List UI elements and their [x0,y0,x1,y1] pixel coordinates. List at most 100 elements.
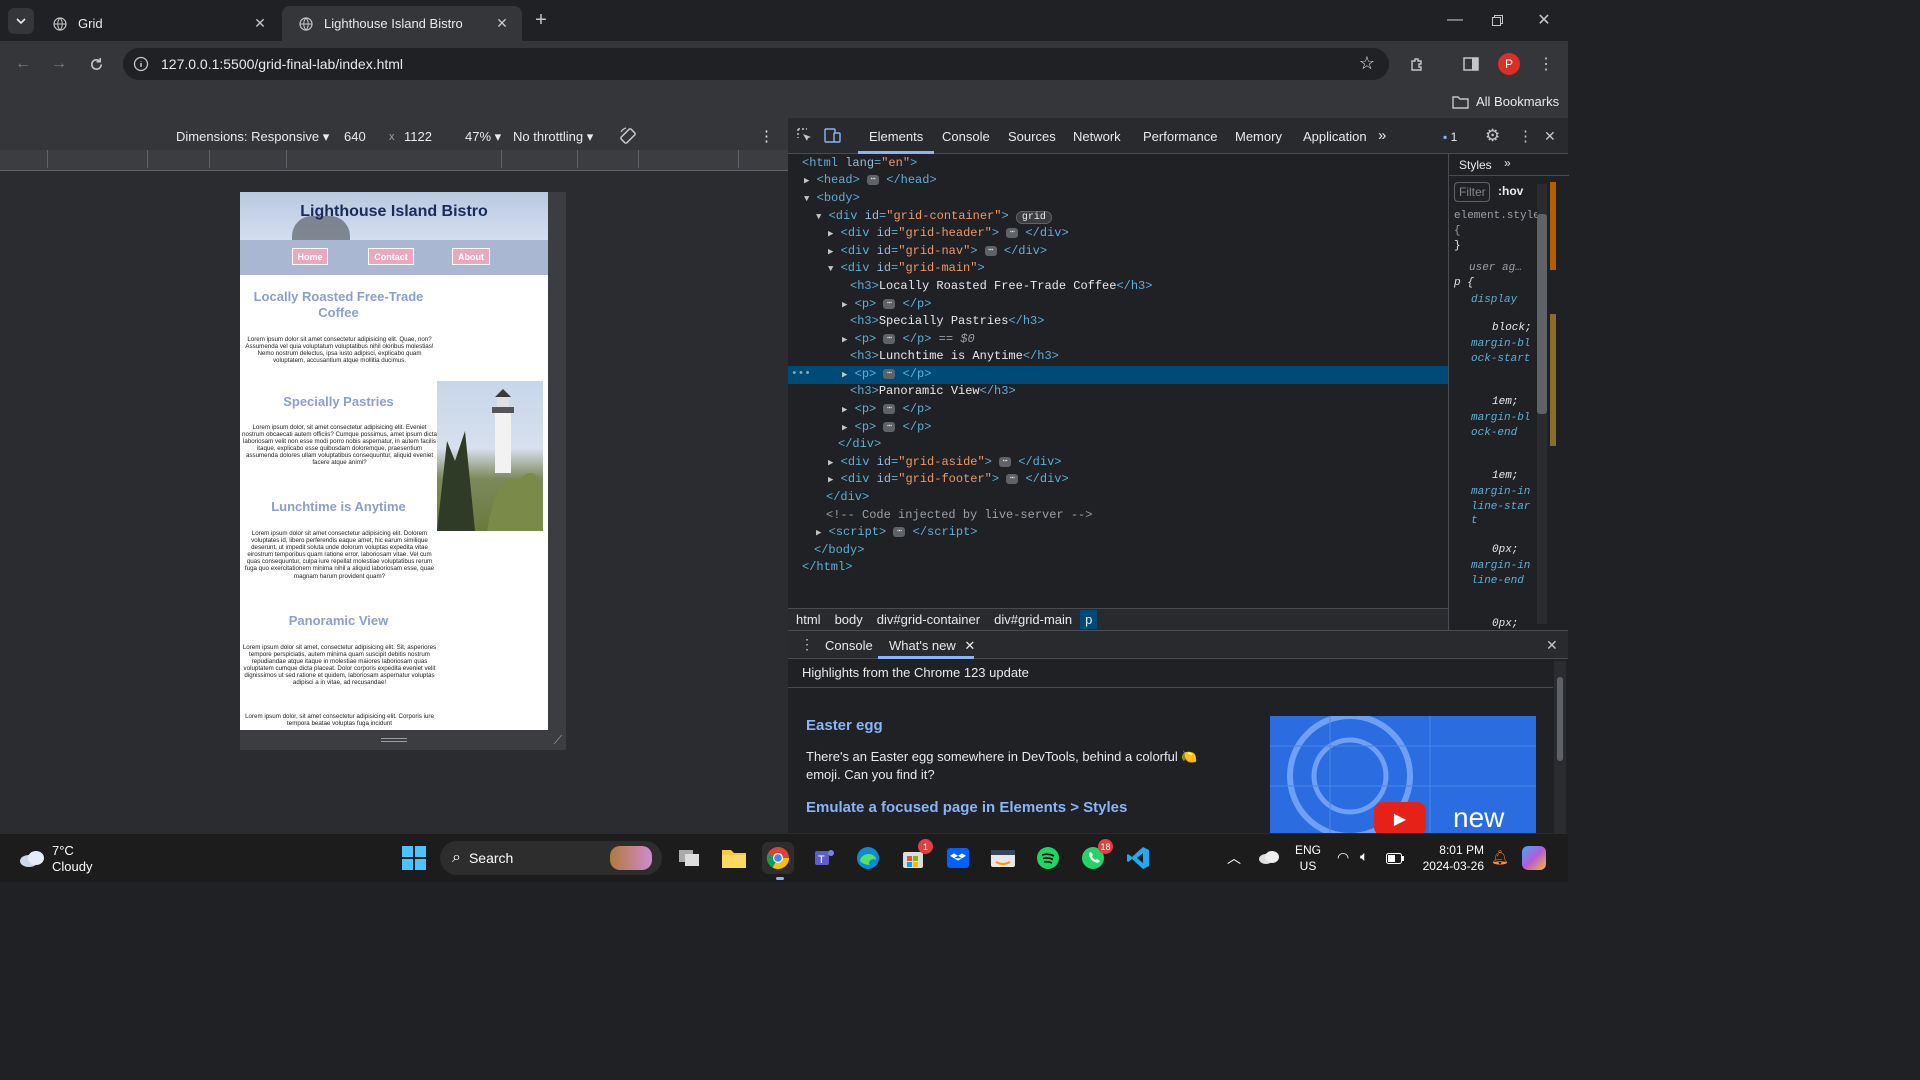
p-selector[interactable]: p { [1454,277,1474,289]
spotify-icon[interactable] [1032,842,1064,874]
dom-node-grid-header[interactable]: ▶ <div id="grid-header"> ⋯ </div> [828,225,1488,243]
new-tab-icon[interactable]: + [529,8,553,32]
styles-filter-input[interactable]: Filter [1454,182,1490,202]
style-value[interactable]: 0px; [1492,618,1518,630]
dom-node-close-div[interactable]: </div> [826,489,1486,507]
minimize-icon[interactable]: — [1443,8,1467,32]
dom-node-p[interactable]: ▶ <p> ⋯ </p> [842,366,1502,384]
dom-tree[interactable]: ••• <html lang="en"> ▶ <head> ⋯ </head> … [788,154,1448,628]
resize-handle-bottom[interactable]: ⟋ [240,730,566,750]
vscode-icon[interactable] [1122,842,1154,874]
rotate-icon[interactable] [618,126,638,149]
file-explorer-icon[interactable] [718,842,750,874]
element-style-rule[interactable]: element.style { [1454,209,1540,239]
tab-grid[interactable]: Grid ✕ [36,6,280,41]
tab-console[interactable]: Console [942,129,990,144]
preview-nav-about[interactable]: About [452,248,490,265]
side-panel-icon[interactable] [1459,52,1483,76]
breadcrumb-item[interactable]: div#grid-container [877,612,980,627]
style-value[interactable]: 1em; [1492,396,1518,408]
tab-performance[interactable]: Performance [1143,129,1217,144]
play-icon[interactable]: ▶ [1374,802,1426,834]
tab-lighthouse[interactable]: Lighthouse Island Bistro ✕ [282,6,522,41]
extensions-icon[interactable] [1405,52,1429,76]
resize-corner-icon[interactable]: ⟋ [554,733,562,748]
url-text[interactable]: 127.0.0.1:5500/grid-final-lab/index.html [161,56,403,72]
tab-elements[interactable]: Elements [869,129,923,144]
inspect-icon[interactable] [797,128,813,147]
back-icon[interactable]: ← [11,52,35,76]
video-thumbnail[interactable]: ▶ new [1270,716,1536,834]
dom-node-h3[interactable]: <h3>Specially Pastries</h3> [850,313,1510,331]
reload-icon[interactable] [84,52,108,76]
dom-node-h3[interactable]: <h3>Lunchtime is Anytime</h3> [850,348,1510,366]
whats-new-item-title[interactable]: Emulate a focused page in Elements > Sty… [806,799,1127,816]
tab-memory[interactable]: Memory [1235,129,1282,144]
tab-search-icon[interactable] [8,8,34,34]
preview-nav-home[interactable]: Home [292,248,328,265]
dom-node-grid-footer[interactable]: ▶ <div id="grid-footer"> ⋯ </div> [828,471,1488,489]
language-indicator[interactable]: ENG US [1295,842,1321,874]
style-prop[interactable]: display [1471,293,1529,308]
more-tabs-icon[interactable]: » [1378,127,1386,144]
whats-new-item-title[interactable]: Easter egg [806,717,883,734]
drawer-scrollbar[interactable] [1554,661,1566,834]
close-icon[interactable]: ✕ [964,638,975,653]
close-window-icon[interactable]: ✕ [1532,8,1556,32]
zoom-select[interactable]: 47% ▾ [465,129,501,145]
forward-icon[interactable]: → [47,52,71,76]
dom-node-h3[interactable]: <h3>Locally Roasted Free-Trade Coffee</h… [850,278,1510,296]
start-button[interactable] [398,842,430,874]
breadcrumb-item[interactable]: html [796,612,821,627]
tab-application[interactable]: Application [1303,129,1367,144]
style-prop[interactable]: margin-block-end [1471,411,1531,440]
onedrive-icon[interactable] [1258,850,1280,869]
all-bookmarks[interactable]: All Bookmarks [1452,94,1559,109]
more-tabs-icon[interactable]: » [1504,156,1511,170]
width-input[interactable]: 640 [344,129,366,144]
dom-node-comment[interactable]: <!-- Code injected by live-server --> [826,507,1486,525]
hov-toggle[interactable]: :hov [1498,184,1523,198]
media-query-ruler[interactable] [0,150,788,171]
dom-node-html[interactable]: <html lang="en"> [802,155,1462,173]
edge-icon[interactable] [852,842,884,874]
dom-node-grid-aside[interactable]: ▶ <div id="grid-aside"> ⋯ </div> [828,454,1488,472]
close-icon[interactable]: ✕ [250,13,270,33]
breadcrumb-item[interactable]: body [835,612,863,627]
amazon-icon[interactable] [987,842,1019,874]
store-icon[interactable]: 1 [897,839,933,874]
style-value[interactable]: 0px; [1492,544,1518,556]
wifi-icon[interactable]: ◠ [1337,849,1349,866]
dom-node-p[interactable]: ▶ <p> ⋯ </p> [842,296,1502,314]
issues-counter[interactable]: ▪ 1 [1443,130,1457,144]
drawer-tab-whats-new[interactable]: What's new ✕ [889,638,975,654]
whatsapp-icon[interactable]: 18 [1077,839,1113,874]
close-icon[interactable]: ✕ [492,13,512,33]
tab-styles[interactable]: Styles [1459,158,1492,172]
styles-scrollbar[interactable] [1537,184,1547,624]
battery-icon[interactable] [1386,851,1404,869]
address-bar[interactable]: 127.0.0.1:5500/grid-final-lab/index.html… [123,48,1389,80]
weather-widget[interactable]: 7°C Cloudy [16,842,126,876]
tab-network[interactable]: Network [1073,129,1121,144]
notification-bell-icon[interactable]: 🔔︎ [1491,849,1509,866]
style-value[interactable]: 1em; [1492,470,1518,482]
site-info-icon[interactable] [133,56,149,72]
drawer-tab-console[interactable]: Console [825,638,873,653]
throttling-select[interactable]: No throttling ▾ [513,129,593,145]
style-value[interactable]: block; [1492,322,1532,334]
dom-node-h3[interactable]: <h3>Panoramic View</h3> [850,383,1510,401]
dom-node-grid-main[interactable]: ▼ <div id="grid-main"> [828,260,1488,278]
avatar[interactable]: P [1498,53,1520,75]
breadcrumb-item-active[interactable]: p [1080,610,1098,629]
drawer-menu-icon[interactable]: ⋮ [800,636,814,653]
style-prop[interactable]: margin-inline-start [1471,485,1531,529]
copilot-icon[interactable] [1522,846,1546,870]
preview-nav-contact[interactable]: Contact [368,248,414,265]
dom-node-script[interactable]: ▶ <script> ⋯ </script> [816,524,1476,542]
dom-node-close-body[interactable]: </body> [814,542,1474,560]
dom-node-p[interactable]: ▶ <p> ⋯ </p> [842,419,1502,437]
tab-sources[interactable]: Sources [1008,129,1056,144]
more-options-icon[interactable]: ⋮ [1518,127,1533,145]
grid-badge[interactable]: grid [1015,211,1052,224]
